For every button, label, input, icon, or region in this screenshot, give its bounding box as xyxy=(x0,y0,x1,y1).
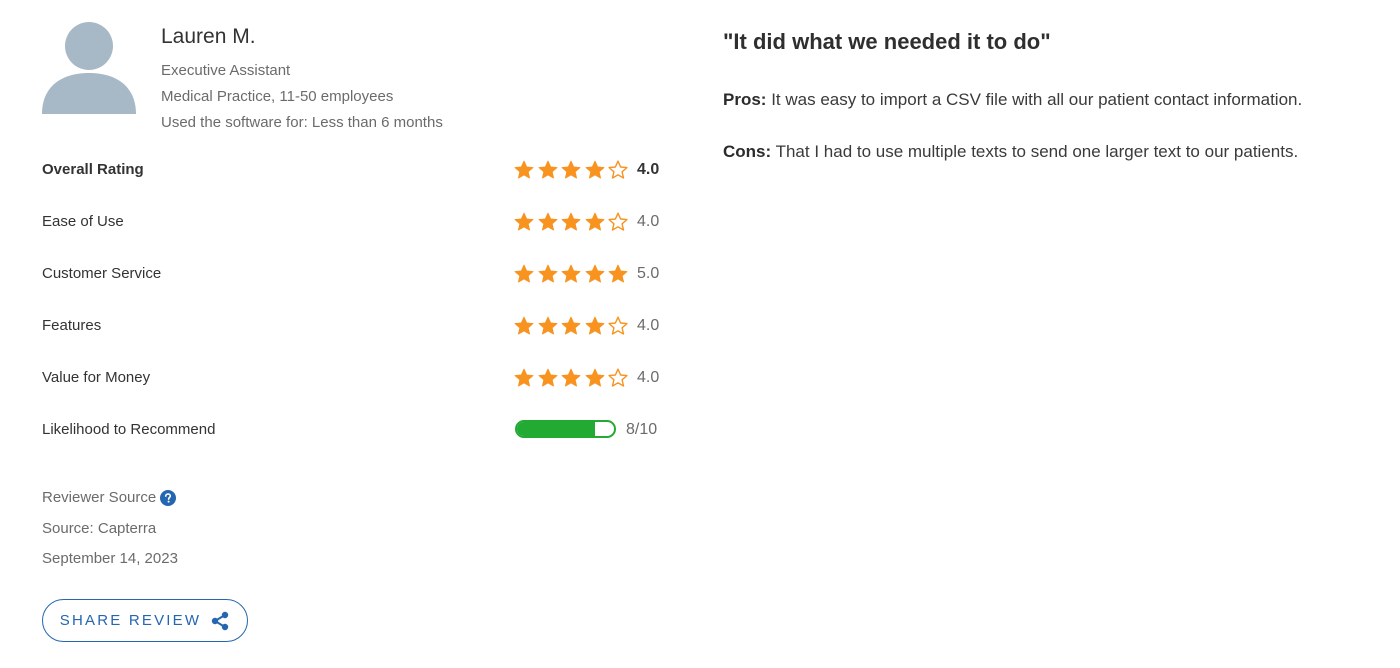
rating-label: Likelihood to Recommend xyxy=(42,421,216,438)
star-filled-icon xyxy=(561,316,581,336)
star-filled-icon xyxy=(561,212,581,232)
star-filled-icon xyxy=(561,160,581,180)
star-filled-icon xyxy=(561,368,581,388)
star-rating xyxy=(514,367,632,389)
star-outline-icon xyxy=(608,316,628,336)
cons-label: Cons: xyxy=(723,142,772,161)
review-pros: Pros: It was easy to import a CSV file w… xyxy=(723,87,1363,113)
star-filled-icon xyxy=(585,212,605,232)
ratings-list: Overall Rating 4.0 Ease of Use 4.0 Custo… xyxy=(42,152,662,464)
reviewer-panel: Lauren M. Executive Assistant Medical Pr… xyxy=(42,0,672,668)
review-cons: Cons: That I had to use multiple texts t… xyxy=(723,139,1363,165)
star-rating xyxy=(514,263,632,285)
question-circle-icon[interactable] xyxy=(160,490,177,506)
reviewer-info: Lauren M. Executive Assistant Medical Pr… xyxy=(161,24,443,136)
reviewer-role: Executive Assistant xyxy=(161,62,291,79)
user-avatar-icon xyxy=(42,22,136,116)
star-outline-icon xyxy=(608,212,628,232)
recommend-score: 8/10 xyxy=(626,421,658,438)
reviewer-usage: Used the software for: Less than 6 month… xyxy=(161,114,443,131)
reviewer-name: Lauren M. xyxy=(161,25,256,48)
review-title: "It did what we needed it to do" xyxy=(723,29,1051,54)
star-outline-icon xyxy=(608,160,628,180)
star-filled-icon xyxy=(585,160,605,180)
star-filled-icon xyxy=(538,368,558,388)
star-rating xyxy=(514,159,632,181)
rating-score: 4.0 xyxy=(637,317,660,334)
rating-row-overall: Overall Rating 4.0 xyxy=(42,152,662,204)
star-filled-icon xyxy=(538,160,558,180)
rating-score: 4.0 xyxy=(637,369,660,386)
rating-label: Features xyxy=(42,317,102,334)
rating-label: Value for Money xyxy=(42,369,151,386)
star-filled-icon xyxy=(538,212,558,232)
rating-row-ease-of-use: Ease of Use 4.0 xyxy=(42,204,662,256)
star-filled-icon xyxy=(585,264,605,284)
star-rating xyxy=(514,315,632,337)
share-review-label: SHARE REVIEW xyxy=(59,612,202,629)
rating-label: Customer Service xyxy=(42,265,162,282)
star-filled-icon xyxy=(514,316,534,336)
rating-row-features: Features 4.0 xyxy=(42,308,662,360)
star-filled-icon xyxy=(514,212,534,232)
star-filled-icon xyxy=(514,160,534,180)
star-filled-icon xyxy=(561,264,581,284)
star-filled-icon xyxy=(585,316,605,336)
star-filled-icon xyxy=(538,264,558,284)
recommend-progress-fill xyxy=(517,422,595,436)
star-filled-icon xyxy=(514,368,534,388)
review-date: September 14, 2023 xyxy=(42,550,178,567)
rating-score: 4.0 xyxy=(637,161,660,178)
rating-row-value-for-money: Value for Money 4.0 xyxy=(42,360,662,412)
rating-row-recommend: Likelihood to Recommend 8/10 xyxy=(42,412,662,464)
star-filled-icon xyxy=(514,264,534,284)
rating-score: 4.0 xyxy=(637,213,660,230)
reviewer-source-heading-row: Reviewer Source xyxy=(42,488,178,508)
share-icon xyxy=(210,611,230,631)
rating-score: 5.0 xyxy=(637,265,660,282)
pros-text: It was easy to import a CSV file with al… xyxy=(771,90,1303,109)
star-rating xyxy=(514,211,632,233)
cons-text: That I had to use multiple texts to send… xyxy=(775,142,1299,161)
star-outline-icon xyxy=(608,368,628,388)
reviewer-source-text: Source: Capterra xyxy=(42,519,157,537)
pros-label: Pros: xyxy=(723,90,767,109)
reviewer-company: Medical Practice, 11-50 employees xyxy=(161,88,394,105)
star-filled-icon xyxy=(608,264,628,284)
recommend-progress-bar xyxy=(515,420,616,438)
review-content: "It did what we needed it to do" Pros: I… xyxy=(723,28,1363,191)
reviewer-source-heading: Reviewer Source xyxy=(42,489,157,506)
share-review-button[interactable]: SHARE REVIEW xyxy=(42,599,248,642)
rating-label: Overall Rating xyxy=(42,161,144,178)
rating-row-customer-service: Customer Service 5.0 xyxy=(42,256,662,308)
star-filled-icon xyxy=(538,316,558,336)
reviewer-source: Reviewer Source Source: Capterra Septemb… xyxy=(42,488,178,580)
star-filled-icon xyxy=(585,368,605,388)
rating-label: Ease of Use xyxy=(42,213,124,230)
